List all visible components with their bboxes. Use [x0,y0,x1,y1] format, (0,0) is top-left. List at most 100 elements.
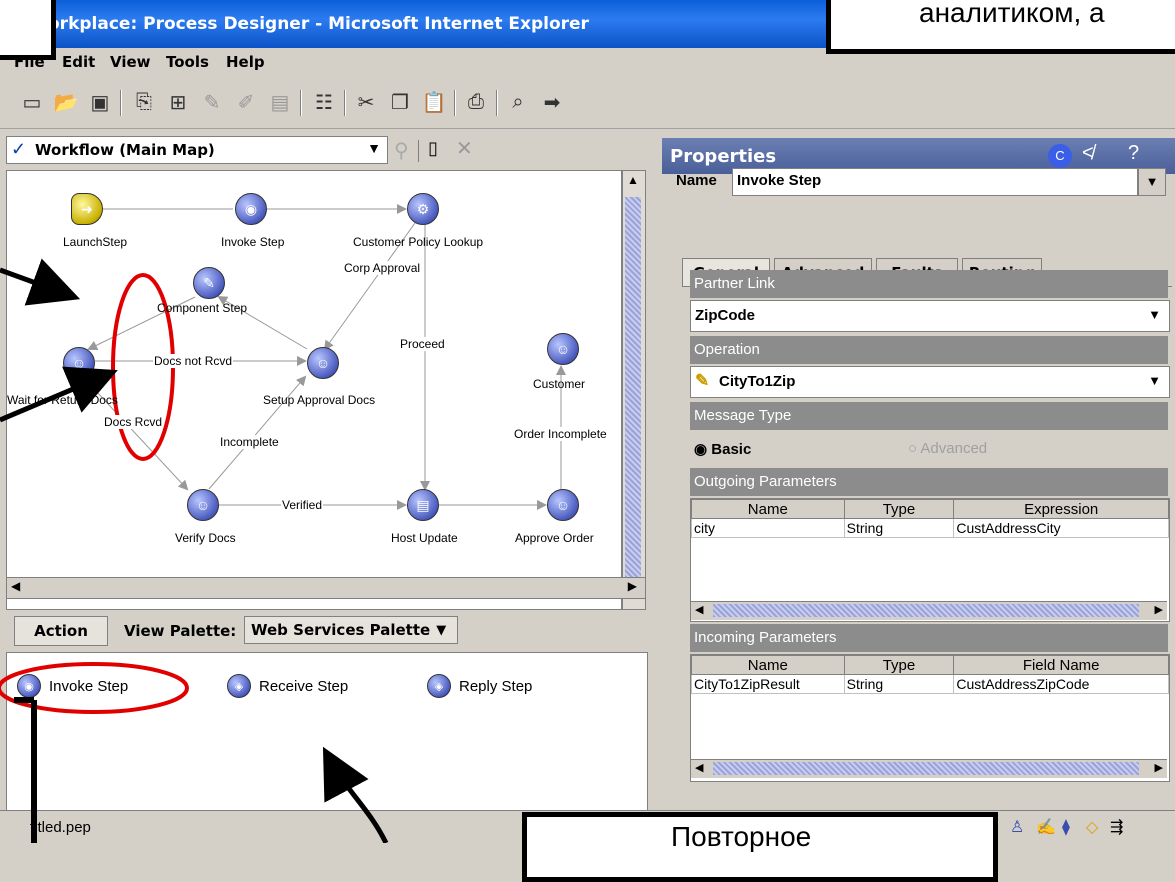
column-header[interactable]: Field Name [953,655,1169,675]
scroll-thumb[interactable] [713,604,1139,617]
copy-icon[interactable]: ❐ [386,88,414,116]
scroll-right-icon[interactable]: ▶ [1155,603,1163,616]
status-person-icon[interactable]: ♙ [1010,817,1024,837]
gear-icon[interactable]: ⚙ [407,193,439,225]
node-label: Customer Policy Lookup [353,235,484,249]
map-selector[interactable]: ✓ Workflow (Main Map) ▼ [6,136,388,164]
outgoing-scrollbar[interactable]: ◀ ▶ [691,601,1167,620]
menu-tools[interactable]: Tools [166,53,209,71]
incoming-section: Incoming Parameters [690,624,1168,652]
column-header[interactable]: Type [843,499,955,519]
back-arrow-icon[interactable]: ≮ [1082,142,1094,165]
partner-link-select[interactable]: ZipCode ▼ [690,300,1170,332]
cell[interactable]: CustAddressZipCode [953,674,1169,694]
toolbar-separator [496,90,498,116]
disabled-action-icon-2[interactable]: ✐ [232,88,260,116]
table-row[interactable]: city String CustAddressCity [691,518,1169,538]
cut-icon[interactable]: ✂ [352,88,380,116]
c-badge-icon[interactable]: C [1048,144,1072,168]
scroll-up-icon[interactable]: ▲ [627,173,639,187]
callout-text: Повторное [671,821,812,852]
cell[interactable]: String [843,674,955,694]
palette-item-reply[interactable]: ◈ Reply Step [427,671,532,701]
new-map-icon[interactable]: ▯ [428,138,438,159]
reply-step-icon: ◈ [427,674,451,698]
go-arrow-icon[interactable]: ➡ [538,88,566,116]
toolbar-separator [344,90,346,116]
help-icon[interactable]: ? [1128,142,1139,165]
properties-icon[interactable]: ☷ [310,88,338,116]
outgoing-section: Outgoing Parameters [690,468,1168,496]
toolbar: ▭ 📂 ▣ ⎘ ⊞ ✎ ✐ ▤ ☷ ✂ ❐ 📋 ⎙ ⌕ ➡ [0,78,1175,129]
launch-step-icon[interactable]: ➜ [71,193,103,225]
table-row[interactable]: CityTo1ZipResult String CustAddressZipCo… [691,674,1169,694]
status-more-icon[interactable]: ⇶ [1110,817,1123,837]
incoming-scrollbar[interactable]: ◀ ▶ [691,759,1167,778]
person-icon[interactable]: ☺ [547,489,579,521]
step-icon[interactable]: ⎘ [130,88,158,116]
person-icon[interactable]: ☺ [187,489,219,521]
pin-icon[interactable]: ⚲ [394,138,409,163]
column-header[interactable]: Name [691,499,845,519]
find-icon[interactable]: ⌕ [504,88,532,116]
cell[interactable]: city [691,518,845,538]
invoke-step-icon[interactable]: ◉ [235,193,267,225]
column-header[interactable]: Type [843,655,955,675]
node-label: LaunchStep [63,235,128,249]
scroll-left-icon[interactable]: ◀ [11,579,20,593]
menu-help[interactable]: Help [226,53,265,71]
status-flow-icon[interactable]: ⧫ [1062,817,1070,837]
column-header[interactable]: Expression [953,499,1169,519]
palette-item-receive[interactable]: ◈ Receive Step [227,671,348,701]
component-step-icon[interactable]: ✎ [193,267,225,299]
new-file-icon[interactable]: ▭ [18,88,46,116]
canvas-horizontal-scrollbar[interactable]: ◀ ▶ [6,577,646,599]
scroll-left-icon[interactable]: ◀ [695,761,703,774]
save-icon[interactable]: ▣ [86,88,114,116]
section-label: Message Type [694,407,792,424]
scroll-right-icon[interactable]: ▶ [628,579,637,593]
scroll-left-icon[interactable]: ◀ [695,603,703,616]
process-canvas[interactable]: ➜ LaunchStep ◉ Invoke Step ⚙ Customer Po… [6,170,622,610]
status-diamond-icon[interactable]: ◇ [1086,817,1098,837]
operation-select[interactable]: ✎ CityTo1Zip ▼ [690,366,1170,398]
print-icon[interactable]: ⎙ [462,88,490,116]
column-header[interactable]: Name [691,655,845,675]
menu-edit[interactable]: Edit [62,53,95,71]
chevron-down-icon[interactable]: ▼ [367,140,381,156]
palette-selector[interactable]: Web Services Palette ▼ [244,616,458,644]
name-label: Name [676,172,717,189]
palette-item-label: Reply Step [459,677,533,695]
toolbar-separator [454,90,456,116]
close-icon[interactable]: ✕ [456,136,473,161]
paste-icon[interactable]: 📋 [420,88,448,116]
person-icon[interactable]: ☺ [547,333,579,365]
host-update-icon[interactable]: ▤ [407,489,439,521]
section-label: Partner Link [694,275,775,292]
basic-radio[interactable]: ◉ Basic [694,440,751,458]
cell[interactable]: CustAddressCity [953,518,1169,538]
palette-highlight [0,662,189,714]
incoming-table: Name Type Field Name CityTo1ZipResult St… [690,654,1170,782]
action-button[interactable]: Action [14,616,108,646]
edge-label: Docs not Rcvd [153,354,234,368]
scroll-thumb[interactable] [713,762,1139,775]
disabled-action-icon[interactable]: ✎ [198,88,226,116]
person-icon[interactable]: ☺ [63,347,95,379]
menu-view[interactable]: View [110,53,151,71]
edge-label: Incomplete [219,435,280,449]
person-icon[interactable]: ☺ [307,347,339,379]
node-label: Approve Order [515,531,594,545]
status-edit-icon[interactable]: ✍ [1036,817,1056,837]
scroll-thumb[interactable] [625,197,641,583]
advanced-radio[interactable]: ○ Advanced [908,440,987,457]
disabled-action-icon-3[interactable]: ▤ [266,88,294,116]
name-field[interactable]: Invoke Step [732,168,1138,196]
scroll-right-icon[interactable]: ▶ [1155,761,1163,774]
add-step-icon[interactable]: ⊞ [164,88,192,116]
canvas-vertical-scrollbar[interactable]: ▲ [622,170,646,610]
open-folder-icon[interactable]: 📂 [52,88,80,116]
chevron-down-icon[interactable]: ▼ [1138,168,1166,196]
cell[interactable]: String [843,518,955,538]
cell[interactable]: CityTo1ZipResult [691,674,845,694]
